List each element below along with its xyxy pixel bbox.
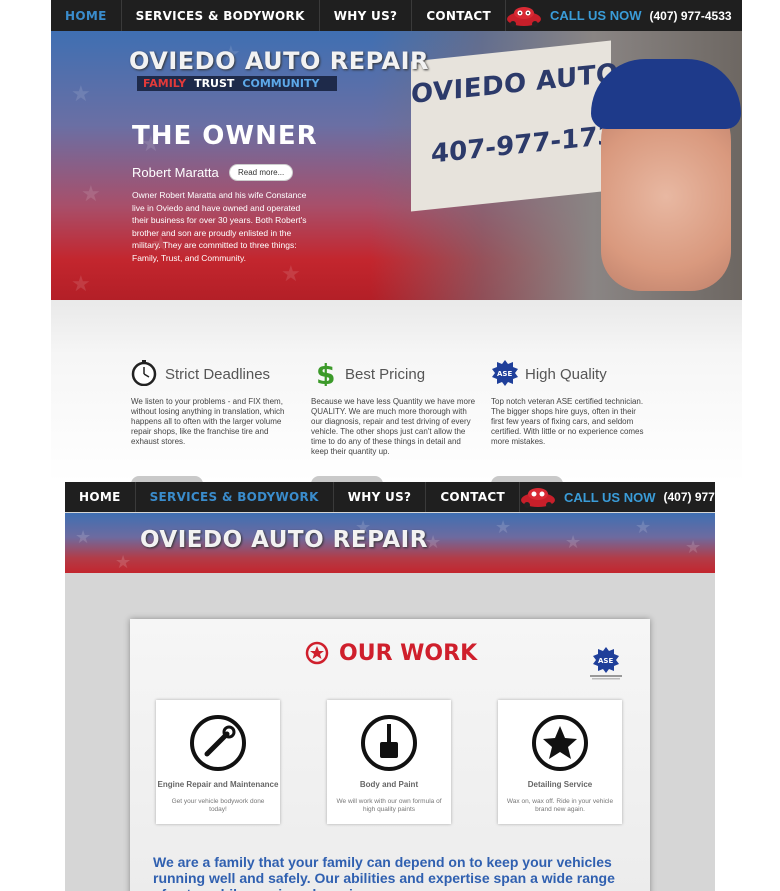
svg-text:★: ★ [75, 527, 91, 547]
call-us[interactable]: CALL US NOW (407) 977-4533 [520, 486, 715, 508]
svg-text:ASE: ASE [598, 657, 613, 665]
service-title: Detailing Service [527, 780, 593, 789]
svg-text:★: ★ [71, 271, 91, 296]
star-badge-icon [305, 641, 329, 665]
service-description: Wax on, wax off. Ride in your vehicle br… [506, 798, 614, 813]
tagline-community: COMMUNITY [242, 77, 320, 90]
our-work-panel: OUR WORK ASE Engine Repair and Maintenan… [130, 619, 650, 891]
svg-text:$: $ [316, 360, 335, 386]
tagline-family: FAMILY [143, 77, 187, 90]
feature-text: Because we have less Quantity we have mo… [311, 397, 476, 456]
bandana [591, 59, 741, 129]
services-banner: ★ ★ ★ ★ ★ ★ ★ ★ OVIEDO AUTO REPAIR [65, 513, 715, 573]
hero-slider: ★★ ★★ ★★ ★★ OVIEDO AUTO REPAIR 407-977-1… [51, 31, 742, 300]
svg-text:★: ★ [81, 181, 101, 206]
ase-icon: ASE [492, 360, 518, 386]
service-card-engine[interactable]: Engine Repair and Maintenance Get your v… [156, 700, 280, 824]
nav-services[interactable]: SERVICES & BODYWORK [136, 482, 334, 512]
feature-title: Strict Deadlines [165, 366, 271, 383]
owner-heading: THE OWNER [132, 121, 318, 151]
svg-text:★: ★ [495, 517, 511, 537]
service-description: We will work with our own formula of hig… [336, 798, 442, 813]
call-us-label: CALL US NOW [550, 8, 642, 23]
service-title: Engine Repair and Maintenance [157, 780, 279, 789]
owner-name: Robert Maratta [132, 165, 219, 180]
paint-brush-icon [361, 715, 417, 771]
svg-text:★: ★ [685, 537, 701, 557]
read-more-button[interactable]: Read more... [229, 164, 294, 181]
tagline-trust: TRUST [194, 77, 235, 90]
stopwatch-icon [131, 360, 157, 386]
owner-description: Owner Robert Maratta and his wife Consta… [132, 190, 307, 263]
nav-home[interactable]: HOME [51, 0, 122, 31]
services-page: HOME SERVICES & BODYWORK WHY US? CONTACT… [65, 482, 715, 891]
call-us-label: CALL US NOW [564, 489, 656, 505]
top-nav: HOME SERVICES & BODYWORK WHY US? CONTACT… [51, 0, 742, 31]
services-nav: HOME SERVICES & BODYWORK WHY US? CONTACT… [65, 482, 715, 512]
banner-logo: OVIEDO AUTO REPAIR [140, 527, 428, 553]
feature-title: High Quality [525, 366, 607, 383]
logo-tagline: FAMILY TRUST COMMUNITY [137, 76, 337, 91]
svg-text:★: ★ [565, 532, 581, 552]
nav-contact[interactable]: CONTACT [426, 482, 520, 512]
phone-number[interactable]: (407) 977-4533 [663, 490, 715, 504]
phone-number[interactable]: (407) 977-4533 [649, 9, 731, 23]
service-description: Get your vehicle bodywork done today! [171, 798, 265, 813]
svg-text:★: ★ [635, 517, 651, 537]
car-mascot-icon [507, 6, 541, 27]
nav-contact[interactable]: CONTACT [412, 0, 506, 31]
family-statement: We are a family that your family can dep… [153, 854, 615, 891]
feature-text: We listen to your problems - and FIX the… [131, 397, 285, 446]
svg-text:★: ★ [115, 552, 131, 572]
star-icon [532, 715, 588, 771]
car-mascot-icon [521, 488, 555, 508]
service-card-paint[interactable]: Body and Paint We will work with our own… [327, 700, 451, 824]
feature-text: Top notch veteran ASE certified technici… [491, 397, 644, 446]
nav-home[interactable]: HOME [65, 482, 136, 512]
svg-text:ASE: ASE [497, 370, 512, 378]
wrench-icon [190, 715, 246, 771]
nav-why-us[interactable]: WHY US? [334, 482, 427, 512]
our-work-heading: OUR WORK [339, 641, 478, 666]
service-title: Body and Paint [359, 780, 419, 789]
nav-services[interactable]: SERVICES & BODYWORK [122, 0, 320, 31]
dollar-icon: $ [316, 360, 335, 386]
feature-title: Best Pricing [345, 366, 426, 383]
svg-text:★: ★ [281, 261, 301, 286]
features-section: Strict Deadlines We listen to your probl… [51, 300, 742, 484]
nav-why-us[interactable]: WHY US? [320, 0, 413, 31]
svg-text:★: ★ [71, 81, 91, 106]
logo-title: OVIEDO AUTO REPAIR [129, 47, 430, 75]
ase-badge-icon: ASE [590, 647, 622, 680]
hero-logo: OVIEDO AUTO REPAIR FAMILY TRUST COMMUNIT… [129, 47, 429, 91]
call-us[interactable]: CALL US NOW (407) 977-4533 [506, 5, 746, 27]
service-card-detailing[interactable]: Detailing Service Wax on, wax off. Ride … [498, 700, 622, 824]
